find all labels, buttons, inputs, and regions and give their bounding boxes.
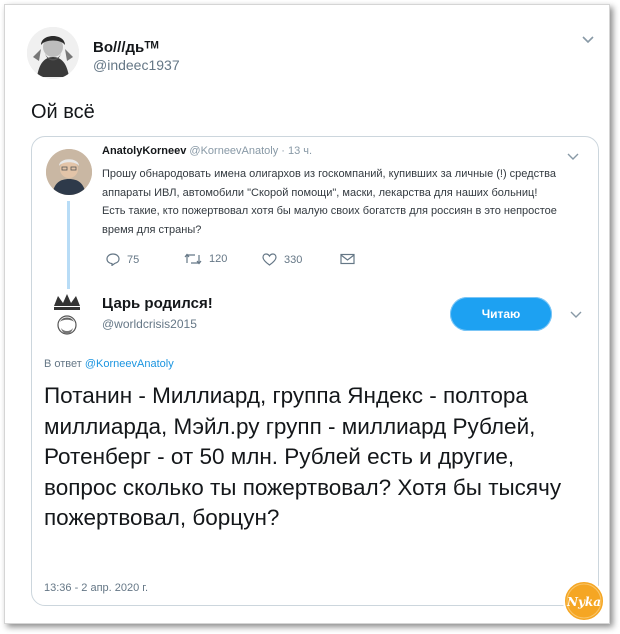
- watermark-logo: Nyka: [563, 580, 605, 622]
- crown-icon: [54, 294, 80, 335]
- reply-count: 75: [127, 253, 140, 266]
- avatar-portrait-icon: [27, 27, 79, 79]
- heart-icon: [262, 253, 277, 266]
- retweet-count: 120: [209, 253, 228, 265]
- author-name[interactable]: AnatolyKorneev: [102, 145, 186, 157]
- avatar[interactable]: [46, 149, 92, 195]
- avatar[interactable]: [50, 292, 84, 340]
- like-action[interactable]: 330: [262, 253, 302, 266]
- avatar[interactable]: [27, 27, 79, 79]
- reply-context: В ответ @KorneevAnatoly: [44, 358, 174, 370]
- author-name[interactable]: Во///дьᵀᴹ: [93, 39, 159, 56]
- watermark-text: Nyka: [566, 595, 601, 609]
- author-handle-time[interactable]: @KorneevAnatoly · 13 ч.: [186, 145, 312, 157]
- chevron-down-icon[interactable]: [570, 311, 582, 319]
- reply-to-link[interactable]: @KorneevAnatoly: [85, 358, 174, 370]
- tweet-text: Ой всё: [31, 101, 95, 123]
- retweet-icon: [184, 253, 202, 265]
- author-name[interactable]: Царь родился!: [102, 295, 213, 312]
- tweet-text: Потанин - Миллиард, группа Яндекс - полт…: [44, 383, 562, 530]
- tweet-text: Прошу обнародовать имена олигархов из го…: [102, 168, 557, 236]
- reply-icon: [106, 253, 120, 266]
- quoted-tweet-header: AnatolyKorneev @KorneevAnatoly · 13 ч.: [102, 145, 312, 157]
- following-button[interactable]: Читаю: [450, 297, 552, 331]
- retweet-action[interactable]: 120: [184, 253, 227, 265]
- author-handle[interactable]: @worldcrisis2015: [102, 317, 197, 331]
- avatar-photo-icon: [46, 149, 92, 195]
- chevron-down-icon[interactable]: [581, 35, 595, 45]
- like-count: 330: [284, 253, 303, 266]
- quoted-thread-card[interactable]: AnatolyKorneev @KorneevAnatoly · 13 ч. П…: [31, 136, 599, 606]
- message-action[interactable]: [340, 253, 355, 265]
- reply-action[interactable]: 75: [106, 253, 139, 266]
- screenshot-frame: Во///дьᵀᴹ @indeec1937 Ой всё AnatolyKorn…: [4, 4, 610, 624]
- chevron-down-icon[interactable]: [567, 153, 579, 161]
- tweet-timestamp[interactable]: 13:36 - 2 апр. 2020 г.: [44, 582, 148, 594]
- author-handle[interactable]: @indeec1937: [93, 57, 180, 73]
- reply-prefix: В ответ: [44, 358, 85, 370]
- thread-connector-line: [67, 201, 70, 289]
- envelope-icon: [340, 253, 355, 265]
